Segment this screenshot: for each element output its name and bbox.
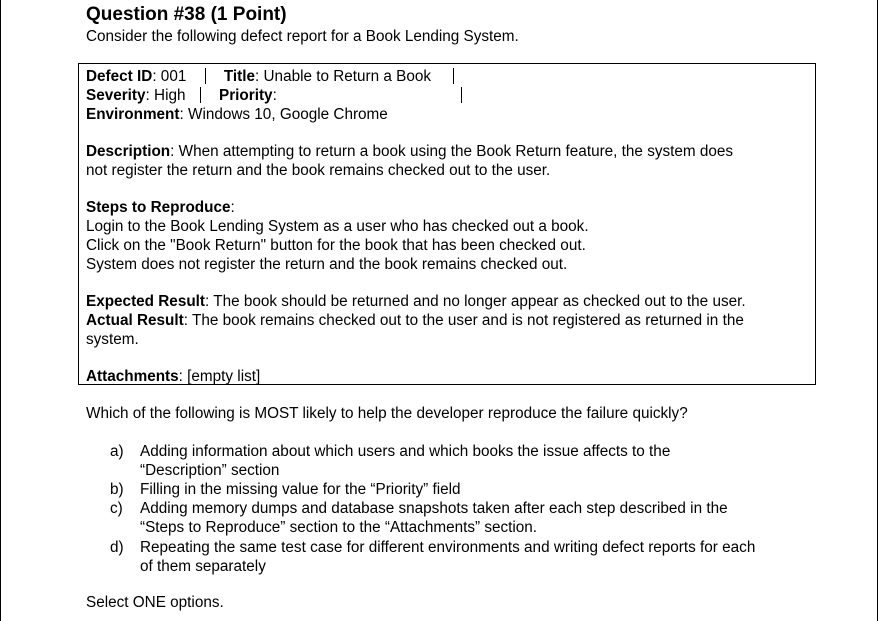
option-letter: b) xyxy=(110,481,124,498)
question-prompt: Which of the following is MOST likely to… xyxy=(86,405,688,422)
defect-id-title-row: Defect ID: 001 Title: Unable to Return a… xyxy=(86,67,455,86)
right-border-line xyxy=(877,0,878,621)
actual-value-1: : The book remains checked out to the us… xyxy=(183,312,744,329)
severity-priority-row: Severity: High Priority: xyxy=(86,86,463,105)
step-1: Login to the Book Lending System as a us… xyxy=(86,218,589,235)
expected-label: Expected Result xyxy=(86,293,206,310)
description-text-2: not register the return and the book rem… xyxy=(86,162,551,179)
option-text-line2: of them separately xyxy=(140,558,266,575)
option-text-line1: Filling in the missing value for the “Pr… xyxy=(140,481,461,498)
steps-label: Steps to Reproduce xyxy=(86,199,231,216)
step-2: Click on the "Book Return" button for th… xyxy=(86,237,586,254)
expected-value: : The book should be returned and no lon… xyxy=(205,293,746,310)
field-separator xyxy=(461,87,463,103)
description-text-1: : When attempting to return a book using… xyxy=(170,143,734,160)
defect-id-label: Defect ID xyxy=(86,68,153,85)
title-label: Title xyxy=(223,68,256,85)
attachments-row: Attachments: [empty list] xyxy=(86,367,260,386)
step-3: System does not register the return and … xyxy=(86,256,568,273)
description-label: Description xyxy=(86,143,171,160)
actual-result-row: Actual Result: The book remains checked … xyxy=(86,311,744,330)
option-text-line1: Adding memory dumps and database snapsho… xyxy=(140,500,728,517)
title-value: : Unable to Return a Book xyxy=(255,68,432,85)
option-text-line1: Repeating the same test case for differe… xyxy=(140,539,756,556)
environment-value: : Windows 10, Google Chrome xyxy=(179,106,388,123)
expected-result-row: Expected Result: The book should be retu… xyxy=(86,292,746,311)
select-instruction: Select ONE options. xyxy=(86,594,224,611)
defect-report-box: Defect ID: 001 Title: Unable to Return a… xyxy=(78,63,816,385)
description-row: Description: When attempting to return a… xyxy=(86,142,733,161)
actual-value-2: system. xyxy=(86,331,139,348)
steps-heading: Steps to Reproduce: xyxy=(86,199,235,216)
priority-value: : xyxy=(272,87,277,104)
option-text-line2: “Steps to Reproduce” section to the “Att… xyxy=(140,519,538,536)
option-text-line1: Adding information about which users and… xyxy=(140,443,671,460)
environment-label: Environment xyxy=(86,106,180,123)
question-title: Question #38 (1 Point) xyxy=(86,4,287,25)
left-border-line xyxy=(0,0,1,621)
attachments-label: Attachments xyxy=(86,368,179,385)
option-letter: d) xyxy=(110,539,124,556)
option-letter: a) xyxy=(110,443,124,460)
question-intro: Consider the following defect report for… xyxy=(86,28,519,45)
field-separator xyxy=(199,87,201,103)
attachments-value: : [empty list] xyxy=(178,368,261,385)
defect-id-value: : 001 xyxy=(152,68,187,85)
priority-label: Priority xyxy=(219,87,273,104)
field-separator xyxy=(453,68,455,84)
option-text-line2: “Description” section xyxy=(140,462,280,479)
field-separator xyxy=(204,68,206,84)
severity-label: Severity xyxy=(86,87,146,104)
actual-label: Actual Result xyxy=(86,312,184,329)
severity-value: : High xyxy=(145,87,186,104)
environment-row: Environment: Windows 10, Google Chrome xyxy=(86,105,388,124)
option-letter: c) xyxy=(110,500,123,517)
